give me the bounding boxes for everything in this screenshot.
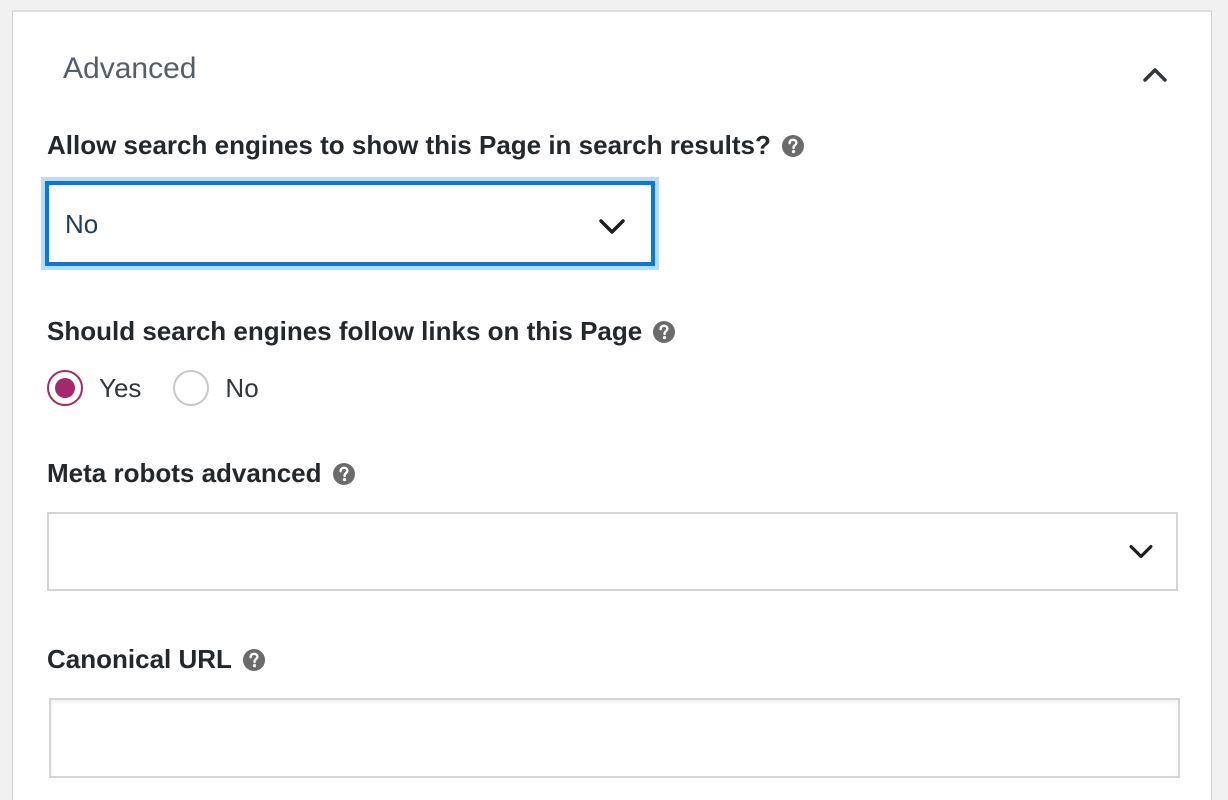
meta-robots-label-text: Meta robots advanced [47,458,322,488]
collapse-button[interactable] [1137,56,1173,92]
meta-robots-select[interactable] [47,512,1178,591]
meta-robots-label: Meta robots advanced [47,458,356,489]
chevron-down-icon [1129,545,1153,559]
chevron-down-icon [599,219,625,234]
follow-links-no-label[interactable]: No [225,373,258,404]
search-visibility-label: Allow search engines to show this Page i… [47,130,805,161]
canonical-url-label-text: Canonical URL [47,644,232,674]
question-circle-icon[interactable] [652,320,676,344]
follow-links-radio-group: Yes No [47,368,291,408]
canonical-url-label: Canonical URL [47,644,266,675]
search-visibility-select-box[interactable]: No [45,181,655,266]
question-circle-icon[interactable] [332,462,356,486]
follow-links-label-text: Should search engines follow links on th… [47,316,643,346]
follow-links-label: Should search engines follow links on th… [47,316,676,347]
question-circle-icon[interactable] [242,648,266,672]
advanced-panel: Advanced Allow search engines to show th… [12,10,1212,800]
follow-links-no-radio[interactable] [173,370,210,406]
search-visibility-selected-value: No [65,209,99,239]
radio-dot [55,378,75,398]
question-circle-icon[interactable] [781,134,805,158]
search-visibility-label-text: Allow search engines to show this Page i… [47,130,771,160]
chevron-up-icon [1143,68,1167,82]
follow-links-yes-label[interactable]: Yes [99,373,141,404]
follow-links-yes-radio[interactable] [47,370,83,406]
section-title: Advanced [63,52,197,85]
canonical-url-input[interactable] [49,698,1180,778]
search-visibility-select[interactable]: No [41,177,659,270]
